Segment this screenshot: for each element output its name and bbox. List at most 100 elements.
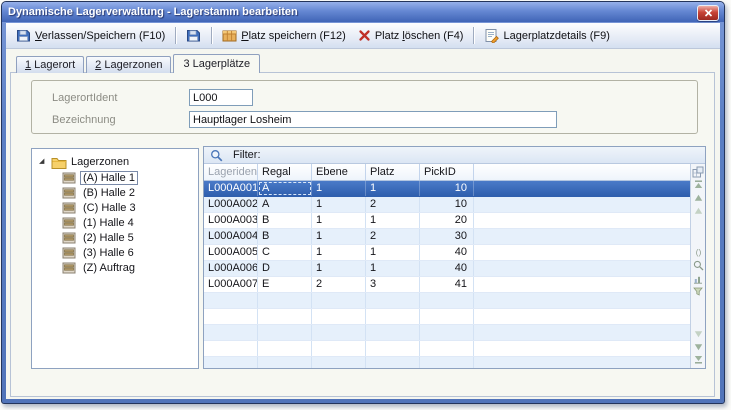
cell-lagerident[interactable]: L000A003 bbox=[204, 213, 258, 228]
tree-item-1-halle-4[interactable]: (1) Halle 4 bbox=[32, 215, 198, 230]
cell-platz[interactable]: 1 bbox=[366, 213, 420, 228]
cell-lagerident[interactable] bbox=[204, 293, 258, 308]
cell-ebene[interactable] bbox=[312, 293, 366, 308]
cell-ebene[interactable] bbox=[312, 309, 366, 324]
cell-lagerident[interactable]: L000A004 bbox=[204, 229, 258, 244]
table-row[interactable]: L000A002A1210 bbox=[204, 197, 690, 213]
table-row-empty[interactable] bbox=[204, 341, 690, 357]
table-row-empty[interactable] bbox=[204, 325, 690, 341]
scroll-bottom-icon[interactable] bbox=[692, 353, 705, 366]
toolbar-button-lagerplatzdetails-f9[interactable]: Lagerplatzdetails (F9) bbox=[478, 25, 615, 46]
tree-item-b-halle-2[interactable]: (B) Halle 2 bbox=[32, 185, 198, 200]
scroll-top-icon[interactable] bbox=[692, 178, 705, 191]
cell-regal[interactable]: A bbox=[258, 197, 312, 212]
cell-regal[interactable]: B bbox=[258, 229, 312, 244]
table-row[interactable]: L000A004B1230 bbox=[204, 229, 690, 245]
toolbar-button-icon-1[interactable] bbox=[180, 25, 207, 46]
cell-regal[interactable]: A bbox=[258, 181, 312, 196]
cell-pickid[interactable]: 30 bbox=[420, 229, 474, 244]
page-up-icon[interactable] bbox=[692, 204, 705, 217]
column-header-regal[interactable]: Regal bbox=[258, 164, 312, 180]
cell-ebene[interactable] bbox=[312, 325, 366, 340]
cell-ebene[interactable] bbox=[312, 357, 366, 369]
table-row[interactable]: L000A007E2341 bbox=[204, 277, 690, 293]
column-header-pickid[interactable]: PickID bbox=[420, 164, 474, 180]
toolbar-button-platz-l-schen-f4[interactable]: Platz löschen (F4) bbox=[352, 26, 470, 45]
cell-ebene[interactable]: 1 bbox=[312, 245, 366, 260]
bezeichnung-input[interactable] bbox=[189, 111, 557, 128]
tab-3-lagerplätze[interactable]: 3 Lagerplätze bbox=[173, 54, 260, 73]
cell-lagerident[interactable]: L000A002 bbox=[204, 197, 258, 212]
chart-icon[interactable] bbox=[692, 272, 705, 285]
cell-pickid[interactable] bbox=[420, 325, 474, 340]
cell-pickid[interactable] bbox=[420, 357, 474, 369]
tab-2-lagerzonen[interactable]: 2 Lagerzonen bbox=[86, 56, 171, 73]
cell-platz[interactable]: 3 bbox=[366, 277, 420, 292]
column-header-ebene[interactable]: Ebene bbox=[312, 164, 366, 180]
filter-funnel-icon[interactable] bbox=[692, 285, 705, 298]
cell-pickid[interactable] bbox=[420, 309, 474, 324]
cell-ebene[interactable] bbox=[312, 341, 366, 356]
lagerortident-input[interactable] bbox=[189, 89, 253, 106]
cell-platz[interactable]: 1 bbox=[366, 261, 420, 276]
cell-platz[interactable] bbox=[366, 293, 420, 308]
close-button[interactable] bbox=[697, 5, 719, 21]
tree-item-3-halle-6[interactable]: (3) Halle 6 bbox=[32, 245, 198, 260]
table-row-empty[interactable] bbox=[204, 357, 690, 369]
cell-pickid[interactable]: 40 bbox=[420, 245, 474, 260]
cell-ebene[interactable]: 1 bbox=[312, 229, 366, 244]
cell-lagerident[interactable]: L000A001 bbox=[204, 181, 258, 196]
table-row-empty[interactable] bbox=[204, 293, 690, 309]
cell-lagerident[interactable] bbox=[204, 309, 258, 324]
tree-item-2-halle-5[interactable]: (2) Halle 5 bbox=[32, 230, 198, 245]
cell-regal[interactable] bbox=[258, 325, 312, 340]
cell-lagerident[interactable] bbox=[204, 325, 258, 340]
cell-pickid[interactable]: 41 bbox=[420, 277, 474, 292]
cell-regal[interactable] bbox=[258, 341, 312, 356]
cell-regal[interactable] bbox=[258, 293, 312, 308]
cell-platz[interactable] bbox=[366, 309, 420, 324]
cell-platz[interactable]: 1 bbox=[366, 181, 420, 196]
tree-root-lagerzonen[interactable]: ◢ Lagerzonen bbox=[32, 154, 198, 170]
cell-ebene[interactable]: 1 bbox=[312, 213, 366, 228]
cell-platz[interactable]: 2 bbox=[366, 229, 420, 244]
table-row[interactable]: L000A005C1140 bbox=[204, 245, 690, 261]
cell-platz[interactable] bbox=[366, 357, 420, 369]
table-row[interactable]: L000A006D1140 bbox=[204, 261, 690, 277]
cell-lagerident[interactable]: L000A005 bbox=[204, 245, 258, 260]
table-row[interactable]: L000A001A1110 bbox=[204, 181, 690, 197]
cell-pickid[interactable] bbox=[420, 293, 474, 308]
column-header-platz[interactable]: Platz bbox=[366, 164, 420, 180]
cell-ebene[interactable]: 1 bbox=[312, 197, 366, 212]
cell-lagerident[interactable] bbox=[204, 357, 258, 369]
grid-customize-icon[interactable] bbox=[692, 165, 705, 178]
cell-platz[interactable]: 2 bbox=[366, 197, 420, 212]
cell-regal[interactable]: D bbox=[258, 261, 312, 276]
table-row[interactable]: L000A003B1120 bbox=[204, 213, 690, 229]
toolbar-button-verlassen-speichern-f10[interactable]: Verlassen/Speichern (F10) bbox=[10, 25, 171, 46]
cell-pickid[interactable]: 10 bbox=[420, 181, 474, 196]
titlebar[interactable]: Dynamische Lagerverwaltung - Lagerstamm … bbox=[2, 2, 724, 22]
cell-regal[interactable]: E bbox=[258, 277, 312, 292]
scroll-down-icon[interactable] bbox=[692, 340, 705, 353]
scroll-up-icon[interactable] bbox=[692, 191, 705, 204]
cell-regal[interactable]: C bbox=[258, 245, 312, 260]
tab-1-lagerort[interactable]: 1 Lagerort bbox=[16, 56, 84, 73]
cell-lagerident[interactable]: L000A007 bbox=[204, 277, 258, 292]
cell-lagerident[interactable] bbox=[204, 341, 258, 356]
tree-item-c-halle-3[interactable]: (C) Halle 3 bbox=[32, 200, 198, 215]
table-row-empty[interactable] bbox=[204, 309, 690, 325]
cell-ebene[interactable]: 2 bbox=[312, 277, 366, 292]
cell-regal[interactable]: B bbox=[258, 213, 312, 228]
cell-platz[interactable] bbox=[366, 341, 420, 356]
tree-expander-icon[interactable]: ◢ bbox=[39, 158, 47, 166]
tree-item-z-auftrag[interactable]: (Z) Auftrag bbox=[32, 260, 198, 275]
cell-regal[interactable] bbox=[258, 309, 312, 324]
toolbar-button-platz-speichern-f12[interactable]: Platz speichern (F12) bbox=[216, 25, 352, 46]
cell-pickid[interactable]: 10 bbox=[420, 197, 474, 212]
page-down-icon[interactable] bbox=[692, 327, 705, 340]
cell-pickid[interactable]: 20 bbox=[420, 213, 474, 228]
cell-ebene[interactable]: 1 bbox=[312, 261, 366, 276]
cell-pickid[interactable]: 40 bbox=[420, 261, 474, 276]
cell-platz[interactable] bbox=[366, 325, 420, 340]
